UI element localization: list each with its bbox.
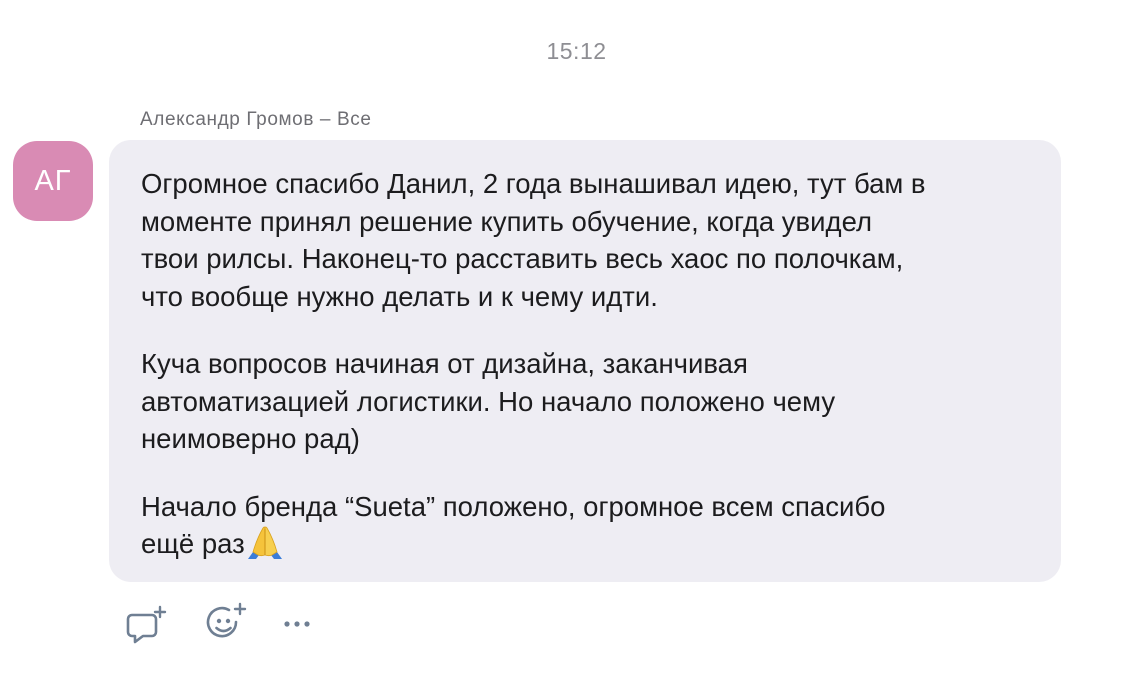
sender-name[interactable]: Александр Громов – Все [140, 109, 372, 131]
folded-hands-icon [247, 526, 282, 559]
reply-comment-icon [126, 605, 167, 644]
message-actions [122, 600, 319, 648]
more-options-icon [284, 621, 310, 627]
folded-hands-emoji [245, 525, 285, 559]
react-button[interactable] [203, 600, 251, 648]
message-paragraph-3: Начало бренда “Sueta” положено, огромное… [141, 488, 1041, 563]
avatar[interactable]: АГ [13, 141, 93, 221]
reply-button[interactable] [122, 600, 170, 648]
message-paragraph-2: Куча вопросов начиная от дизайна, заканч… [141, 348, 836, 454]
avatar-initials: АГ [34, 164, 72, 197]
message-bubble[interactable]: Огромное спасибо Данил, 2 года вынашивал… [109, 140, 1061, 582]
message-paragraph-1: Огромное спасибо Данил, 2 года вынашивал… [141, 168, 926, 312]
add-reaction-icon [206, 602, 247, 638]
more-options-button[interactable] [279, 600, 319, 648]
message-timestamp: 15:12 [546, 38, 607, 64]
